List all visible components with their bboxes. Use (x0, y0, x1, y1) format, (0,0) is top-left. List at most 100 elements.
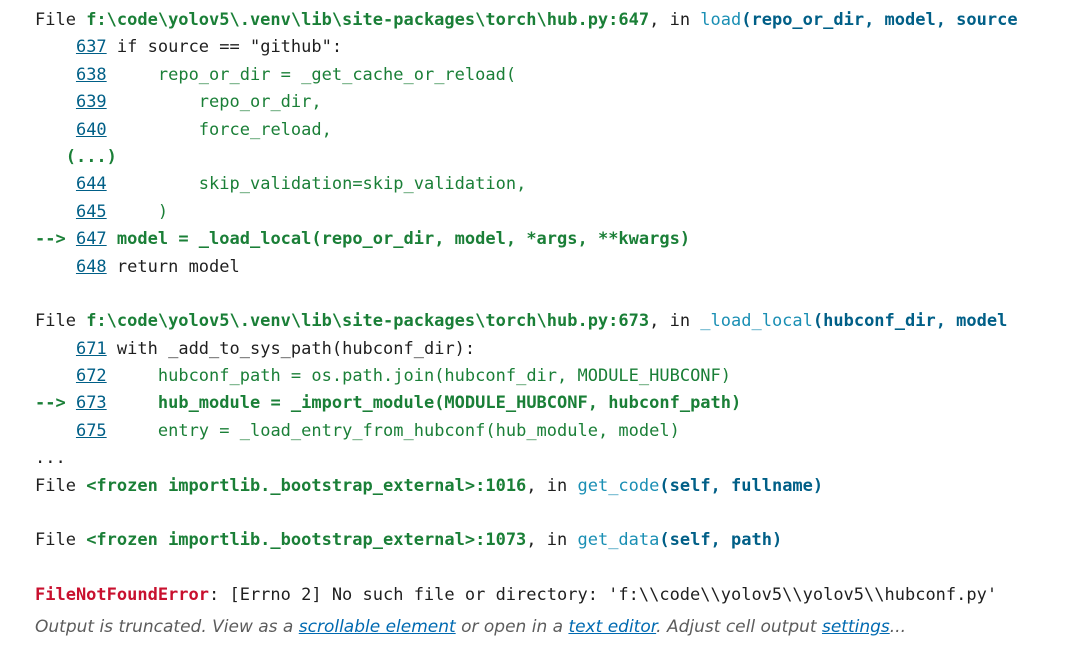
error-message: : [Errno 2] No such file or directory: '… (209, 585, 998, 606)
code-text: repo_or_dir = _get_cache_or_reload( (157, 64, 517, 85)
error-type: FileNotFoundError (35, 585, 209, 606)
line-gutter (35, 174, 76, 194)
code-line: 671 with _add_to_sys_path(hubconf_dir): (35, 336, 1085, 363)
code-line: 644 skip_validation=skip_validation, (35, 171, 1085, 198)
footer-text: or open in a (455, 617, 569, 637)
code-text: model = _load_local(repo_or_dir, model, … (116, 229, 691, 250)
code-text: repo_or_dir, (198, 92, 322, 113)
line-gutter (35, 421, 76, 441)
code-line: 638 repo_or_dir = _get_cache_or_reload( (35, 62, 1085, 89)
frame-code-lines: 671 with _add_to_sys_path(hubconf_dir): … (35, 336, 1085, 446)
line-number-link[interactable]: 671 (76, 339, 107, 359)
line-gutter (35, 92, 76, 112)
code-line: 672 hubconf_path = os.path.join(hubconf_… (35, 363, 1085, 390)
current-line-arrow: --> (35, 229, 76, 250)
line-number-link[interactable]: 637 (76, 37, 107, 57)
line-gutter (35, 257, 76, 277)
function-name: get_data (577, 530, 660, 551)
settings-link[interactable]: settings (822, 617, 890, 637)
footer-text: . Adjust cell output (656, 617, 822, 637)
code-text: skip_validation=skip_validation, (198, 174, 527, 195)
traceback-output: File f:\code\yolov5\.venv\lib\site-packa… (35, 7, 1085, 610)
file-prefix: File (35, 311, 87, 332)
code-text: entry = _load_entry_from_hubconf(hub_mod… (157, 420, 680, 441)
line-gutter (35, 120, 76, 140)
frame-header: File <frozen importlib._bootstrap_extern… (35, 473, 1085, 500)
function-name: get_code (577, 475, 660, 496)
in-text: , in (526, 475, 578, 496)
line-number-link[interactable]: 673 (76, 393, 107, 413)
code-line: 675 entry = _load_entry_from_hubconf(hub… (35, 418, 1085, 445)
function-args: (self, fullname) (659, 475, 824, 496)
file-path: f:\code\yolov5\.venv\lib\site-packages\t… (86, 311, 650, 332)
frame-header: File <frozen importlib._bootstrap_extern… (35, 527, 1085, 554)
line-number-link[interactable]: 640 (76, 120, 107, 140)
code-text: hub_module = _import_module(MODULE_HUBCO… (157, 393, 742, 414)
line-number-link[interactable]: 645 (76, 202, 107, 222)
line-gutter (35, 202, 76, 222)
scrollable-element-link[interactable]: scrollable element (299, 617, 456, 637)
code-text: return model (116, 256, 240, 277)
line-gutter (35, 65, 76, 85)
skip-marker: ... (35, 448, 66, 469)
line-number-link[interactable]: 647 (76, 229, 107, 249)
code-line: --> 673 hub_module = _import_module(MODU… (35, 390, 1085, 417)
line-number-link[interactable]: 648 (76, 257, 107, 277)
line-gutter (35, 339, 76, 359)
file-prefix: File (35, 530, 87, 551)
code-line: 648 return model (35, 254, 1085, 281)
line-number-link[interactable]: 638 (76, 65, 107, 85)
text-editor-link[interactable]: text editor (568, 617, 656, 637)
function-args: (repo_or_dir, model, source (741, 10, 1018, 30)
function-args: (hubconf_dir, model (812, 311, 1008, 332)
frame-header: File f:\code\yolov5\.venv\lib\site-packa… (35, 308, 1085, 335)
code-text: if source == "github": (116, 37, 343, 58)
file-path: <frozen importlib._bootstrap_external>:1… (86, 530, 527, 551)
file-path: <frozen importlib._bootstrap_external>:1… (86, 475, 527, 496)
footer-text: ... (889, 617, 906, 637)
current-line-arrow: --> (35, 393, 76, 414)
code-line: 639 repo_or_dir, (35, 89, 1085, 116)
code-text: ) (157, 201, 169, 222)
function-args: (self, path) (659, 530, 783, 551)
in-text: , in (526, 530, 578, 551)
line-number-link[interactable]: 644 (76, 174, 107, 194)
code-text: with _add_to_sys_path(hubconf_dir): (116, 338, 476, 359)
in-text: , in (649, 311, 701, 332)
code-line: 640 force_reload, (35, 117, 1085, 144)
footer-text: Output is truncated. View as a (35, 617, 299, 637)
code-line: 645 ) (35, 199, 1085, 226)
code-line: 637 if source == "github": (35, 34, 1085, 61)
function-name: _load_local (700, 311, 813, 332)
frame-header: File f:\code\yolov5\.venv\lib\site-packa… (35, 7, 1085, 34)
code-line: --> 647 model = _load_local(repo_or_dir,… (35, 226, 1085, 253)
code-text: force_reload, (198, 119, 332, 140)
in-text: , in (649, 10, 701, 30)
line-number-link[interactable]: 639 (76, 92, 107, 112)
line-number-link[interactable]: 672 (76, 366, 107, 386)
code-line: (...) (35, 144, 1085, 171)
function-name: load (700, 10, 742, 30)
file-prefix: File (35, 475, 87, 496)
truncation-notice: Output is truncated. View as a scrollabl… (35, 617, 906, 637)
line-gutter (35, 147, 66, 167)
line-gutter (35, 366, 76, 386)
frame-code-lines: 637 if source == "github": 638 repo_or_d… (35, 34, 1085, 281)
error-line: FileNotFoundError: [Errno 2] No such fil… (35, 582, 1085, 609)
line-number-link[interactable]: 675 (76, 421, 107, 441)
elided-lines: (...) (65, 146, 117, 167)
